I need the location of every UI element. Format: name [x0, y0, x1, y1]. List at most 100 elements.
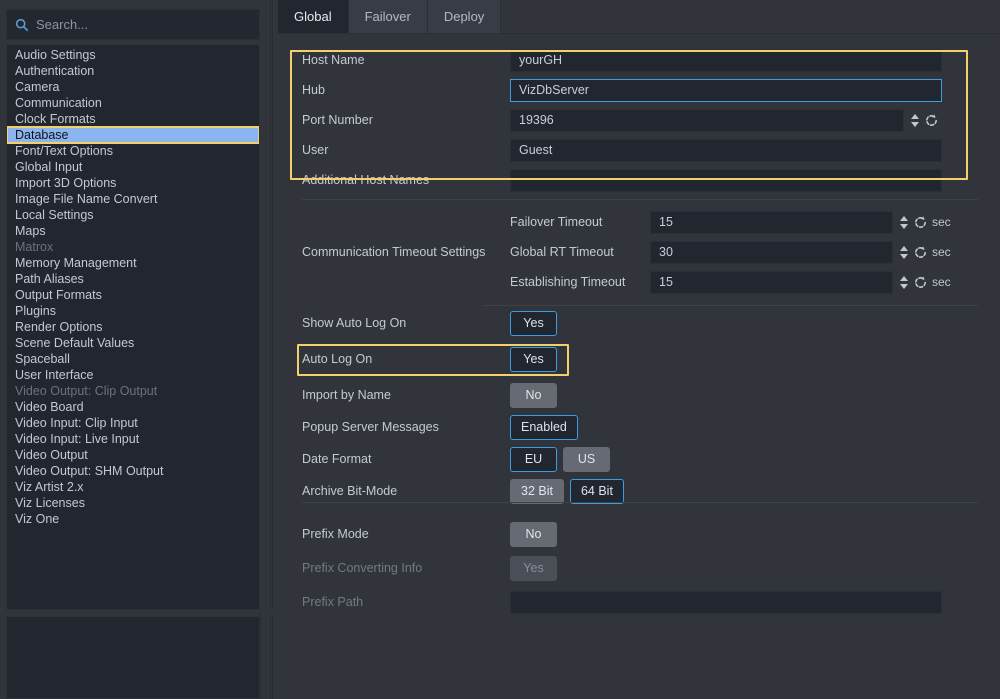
reset-icon[interactable]: [909, 245, 928, 260]
sidebar-item-render-options[interactable]: Render Options: [7, 319, 259, 335]
sidebar-item-global-input[interactable]: Global Input: [7, 159, 259, 175]
timeout-stepper[interactable]: [899, 242, 909, 262]
user-input[interactable]: Guest: [510, 138, 942, 162]
sidebar-item-spaceball[interactable]: Spaceball: [7, 351, 259, 367]
tab-deploy[interactable]: Deploy: [427, 0, 502, 33]
timeout-row: Global RT Timeout 30 sec: [510, 237, 951, 267]
prefix-mode-toggle[interactable]: No: [510, 521, 557, 547]
sidebar-item-output-formats[interactable]: Output Formats: [7, 287, 259, 303]
sidebar-item-video-output-shm-output[interactable]: Video Output: SHM Output: [7, 463, 259, 479]
archive-bit-mode-options: 32 Bit 64 Bit: [510, 478, 624, 504]
row-import-by-name: Import by Name No: [278, 380, 1000, 410]
timeout-name: Global RT Timeout: [510, 245, 614, 259]
search-input[interactable]: Search...: [6, 9, 260, 40]
chevron-down-icon[interactable]: [911, 121, 919, 127]
host-name-label: Host Name: [302, 53, 365, 67]
timeout-value-input[interactable]: 15: [650, 210, 893, 234]
sidebar-item-video-input-clip-input[interactable]: Video Input: Clip Input: [7, 415, 259, 431]
sidebar-item-video-input-live-input[interactable]: Video Input: Live Input: [7, 431, 259, 447]
date-format-options: EU US: [510, 446, 610, 472]
prefix-path-input[interactable]: [510, 590, 942, 614]
timeout-stepper[interactable]: [899, 272, 909, 292]
sidebar-item-database[interactable]: Database: [7, 126, 259, 144]
archive-bit-mode-option-64-bit[interactable]: 64 Bit: [569, 478, 624, 504]
row-auto-log-on: Auto Log On Yes: [278, 344, 1000, 374]
sidebar-item-viz-one[interactable]: Viz One: [7, 511, 259, 527]
date-format-option-us[interactable]: US: [563, 446, 610, 472]
prefix-converting-info-toggle: Yes: [510, 555, 557, 581]
settings-category-list[interactable]: Audio Settings Authentication Camera Commun…: [6, 44, 260, 610]
archive-bit-mode-option-32-bit[interactable]: 32 Bit: [510, 478, 564, 504]
sidebar-item-scene-default-values[interactable]: Scene Default Values: [7, 335, 259, 351]
tab-global[interactable]: Global: [278, 0, 349, 33]
timeout-value-input[interactable]: 30: [650, 240, 893, 264]
sidebar-item-user-interface[interactable]: User Interface: [7, 367, 259, 383]
chevron-up-icon[interactable]: [900, 245, 908, 251]
prefix-converting-info-label: Prefix Converting Info: [302, 561, 423, 575]
auto-log-on-toggle[interactable]: Yes: [510, 346, 557, 372]
row-user: User Guest: [278, 135, 1000, 165]
port-number-label: Port Number: [302, 113, 373, 127]
search-icon: [15, 18, 29, 32]
port-number-input[interactable]: 19396: [510, 108, 904, 132]
reset-icon[interactable]: [909, 275, 928, 290]
chevron-up-icon[interactable]: [900, 215, 908, 221]
sidebar-item-import-3d-options[interactable]: Import 3D Options: [7, 175, 259, 191]
sidebar-item-font-text-options[interactable]: Font/Text Options: [7, 143, 259, 159]
sidebar-splitter-line-5: [260, 612, 261, 699]
sidebar-item-communication[interactable]: Communication: [7, 95, 259, 111]
row-host-name: Host Name yourGH: [278, 45, 1000, 75]
sidebar-item-video-output[interactable]: Video Output: [7, 447, 259, 463]
row-additional-host-names: Additional Host Names: [278, 165, 1000, 195]
auto-log-on-label: Auto Log On: [302, 352, 373, 366]
import-by-name-toggle[interactable]: No: [510, 382, 557, 408]
chevron-up-icon[interactable]: [900, 275, 908, 281]
popup-server-messages-toggle[interactable]: Enabled: [510, 414, 578, 440]
sidebar-item-maps[interactable]: Maps: [7, 223, 259, 239]
sidebar-item-plugins[interactable]: Plugins: [7, 303, 259, 319]
sidebar-item-local-settings[interactable]: Local Settings: [7, 207, 259, 223]
sidebar-item-image-file-name-convert[interactable]: Image File Name Convert: [7, 191, 259, 207]
sidebar-item-authentication[interactable]: Authentication: [7, 63, 259, 79]
date-format-option-eu[interactable]: EU: [510, 446, 557, 472]
separator-1: [302, 199, 978, 200]
chevron-down-icon[interactable]: [900, 283, 908, 289]
sidebar-item-path-aliases[interactable]: Path Aliases: [7, 271, 259, 287]
chevron-up-icon[interactable]: [911, 113, 919, 119]
sidebar-item-clock-formats[interactable]: Clock Formats: [7, 111, 259, 127]
chevron-down-icon[interactable]: [900, 253, 908, 259]
sidebar: Search... Audio Settings Authentication Ca…: [0, 0, 264, 699]
settings-window: Search... Audio Settings Authentication Ca…: [0, 0, 1000, 699]
sidebar-item-camera[interactable]: Camera: [7, 79, 259, 95]
chevron-down-icon[interactable]: [900, 223, 908, 229]
sidebar-item-audio-settings[interactable]: Audio Settings: [7, 47, 259, 63]
timeout-row: Establishing Timeout 15 sec: [510, 267, 951, 297]
main-panel: Global Failover Deploy Host Name yourGH Hu…: [278, 0, 1000, 699]
tab-failover[interactable]: Failover: [348, 0, 428, 33]
timeout-value-input[interactable]: 15: [650, 270, 893, 294]
sidebar-item-viz-licenses[interactable]: Viz Licenses: [7, 495, 259, 511]
tab-bar: Global Failover Deploy: [278, 0, 1000, 34]
sidebar-item-matrox[interactable]: Matrox: [7, 239, 259, 255]
sidebar-lower-panel: [6, 616, 260, 699]
show-auto-log-on-toggle[interactable]: Yes: [510, 310, 557, 336]
communication-timeout-label: Communication Timeout Settings: [302, 245, 486, 259]
timeout-row: Failover Timeout 15 sec: [510, 207, 951, 237]
timeout-stepper[interactable]: [899, 212, 909, 232]
host-name-input[interactable]: yourGH: [510, 48, 942, 72]
additional-host-names-input[interactable]: [510, 168, 942, 192]
hub-input[interactable]: VizDbServer: [510, 78, 942, 102]
reset-icon[interactable]: [920, 113, 939, 128]
row-popup-server-messages: Popup Server Messages Enabled: [278, 412, 1000, 442]
sidebar-item-video-output-clip-output[interactable]: Video Output: Clip Output: [7, 383, 259, 399]
reset-icon[interactable]: [909, 215, 928, 230]
timeout-name: Failover Timeout: [510, 215, 603, 229]
port-number-stepper[interactable]: [910, 110, 920, 130]
row-show-auto-log-on: Show Auto Log On Yes: [278, 308, 1000, 338]
separator-2: [483, 305, 978, 306]
sidebar-item-viz-artist-2-x[interactable]: Viz Artist 2.x: [7, 479, 259, 495]
sidebar-item-video-board[interactable]: Video Board: [7, 399, 259, 415]
timeout-unit: sec: [932, 245, 951, 259]
sidebar-item-memory-management[interactable]: Memory Management: [7, 255, 259, 271]
global-settings-panel: Host Name yourGH Hub VizDbServer Port Nu…: [278, 34, 1000, 699]
